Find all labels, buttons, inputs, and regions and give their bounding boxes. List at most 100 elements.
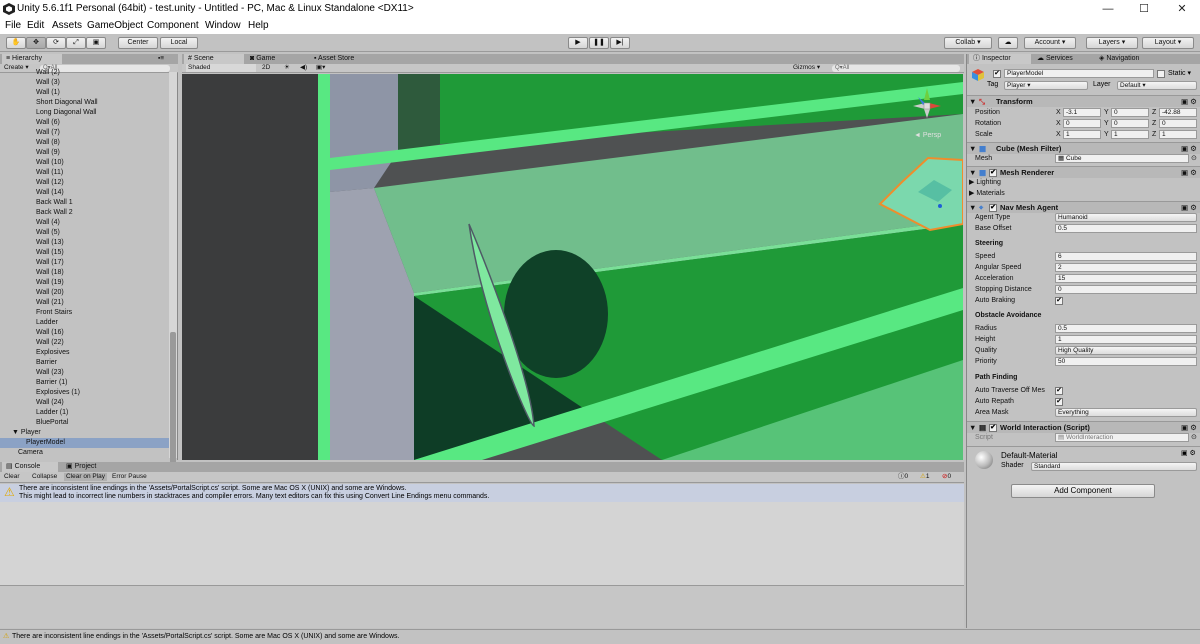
menu-gameobject[interactable]: GameObject [87, 20, 143, 31]
hierarchy-item[interactable]: Explosives [0, 348, 169, 358]
gizmos-dropdown[interactable]: Gizmos ▾ [793, 64, 820, 72]
rect-tool-button[interactable]: ▣ [86, 37, 106, 49]
scale-tool-button[interactable]: ⤢ [66, 37, 86, 49]
persp-label[interactable]: ◄ Persp [914, 132, 941, 139]
tab-hierarchy[interactable]: ≡ Hierarchy [2, 54, 62, 64]
mode-2d-toggle[interactable]: 2D [262, 64, 270, 72]
area-mask-dropdown[interactable]: Everything [1055, 408, 1197, 417]
pivot-center-button[interactable]: Center [118, 37, 158, 49]
tab-inspector[interactable]: ⓘ Inspector [969, 54, 1031, 64]
step-button[interactable]: ▶| [610, 37, 630, 49]
warning-count[interactable]: ⚠1 [920, 473, 929, 481]
position-y-field[interactable]: 0 [1111, 108, 1149, 117]
scale-x-field[interactable]: 1 [1063, 130, 1101, 139]
height-field[interactable]: 1 [1055, 335, 1197, 344]
maximize-button[interactable]: ☐ [1126, 0, 1162, 18]
mesh-field[interactable]: ▦ Cube [1055, 154, 1189, 163]
position-z-field[interactable]: -42.88 [1159, 108, 1197, 117]
lighting-foldout[interactable]: ▶ Lighting [967, 177, 1200, 188]
menu-edit[interactable]: Edit [27, 20, 44, 31]
hierarchy-item[interactable]: Wall (2) [0, 68, 169, 78]
static-checkbox[interactable] [1157, 70, 1165, 78]
audio-toggle-icon[interactable]: ◀) [300, 64, 307, 72]
position-x-field[interactable]: -3.1 [1063, 108, 1101, 117]
tab-game[interactable]: ◙ Game [246, 54, 306, 64]
agent-type-dropdown[interactable]: Humanoid [1055, 213, 1197, 222]
acceleration-field[interactable]: 15 [1055, 274, 1197, 283]
pause-button[interactable]: ❚❚ [589, 37, 609, 49]
active-checkbox[interactable]: ✔ [993, 70, 1001, 78]
hierarchy-item[interactable]: Short Diagonal Wall [0, 98, 169, 108]
account-dropdown[interactable]: Account ▾ [1024, 37, 1076, 49]
cloud-button[interactable]: ☁ [998, 37, 1018, 49]
hierarchy-item[interactable]: Wall (3) [0, 78, 169, 88]
hierarchy-item[interactable]: Wall (7) [0, 128, 169, 138]
hierarchy-item[interactable]: Back Wall 2 [0, 208, 169, 218]
hierarchy-item[interactable]: Ladder [0, 318, 169, 328]
hierarchy-item[interactable]: Wall (4) [0, 218, 169, 228]
auto-repath-checkbox[interactable]: ✔ [1055, 398, 1063, 406]
angular-speed-field[interactable]: 2 [1055, 263, 1197, 272]
tab-project[interactable]: ▣ Project [62, 462, 118, 472]
hierarchy-item[interactable]: Front Stairs [0, 308, 169, 318]
console-clear-button[interactable]: Clear [4, 473, 20, 481]
shader-dropdown[interactable]: Standard [1031, 462, 1197, 471]
tab-navigation[interactable]: ◈ Navigation [1095, 54, 1165, 64]
hierarchy-item-player[interactable]: ▼ Player [0, 428, 169, 438]
material-settings-icon[interactable]: ▣ ⚙ [1181, 449, 1196, 457]
menu-window[interactable]: Window [205, 20, 241, 31]
auto-traverse-checkbox[interactable]: ✔ [1055, 387, 1063, 395]
hierarchy-item[interactable]: Wall (8) [0, 138, 169, 148]
nav-mesh-agent-enabled-checkbox[interactable]: ✔ [989, 204, 997, 212]
rotation-y-field[interactable]: 0 [1111, 119, 1149, 128]
hierarchy-item[interactable]: Wall (10) [0, 158, 169, 168]
hierarchy-item-playermodel[interactable]: PlayerModel [0, 438, 169, 448]
layers-dropdown[interactable]: Layers ▾ [1086, 37, 1138, 49]
tab-asset-store[interactable]: ▪ Asset Store [310, 54, 380, 64]
play-button[interactable]: ▶ [568, 37, 588, 49]
priority-field[interactable]: 50 [1055, 357, 1197, 366]
add-component-button[interactable]: Add Component [1011, 484, 1155, 498]
hierarchy-item[interactable]: Explosives (1) [0, 388, 169, 398]
hierarchy-item[interactable]: Long Diagonal Wall [0, 108, 169, 118]
hierarchy-item[interactable]: Barrier (1) [0, 378, 169, 388]
menu-file[interactable]: File [5, 20, 21, 31]
shading-mode-dropdown[interactable]: Shaded [186, 64, 256, 72]
mesh-renderer-enabled-checkbox[interactable]: ✔ [989, 169, 997, 177]
speed-field[interactable]: 6 [1055, 252, 1197, 261]
hierarchy-item[interactable]: Wall (17) [0, 258, 169, 268]
console-detail-area[interactable] [0, 585, 964, 628]
stopping-distance-field[interactable]: 0 [1055, 285, 1197, 294]
hierarchy-item[interactable]: Wall (1) [0, 88, 169, 98]
tag-dropdown[interactable]: Player ▾ [1004, 81, 1088, 90]
radius-field[interactable]: 0.5 [1055, 324, 1197, 333]
collab-button[interactable]: Collab ▾ [944, 37, 992, 49]
hierarchy-item[interactable]: Ladder (1) [0, 408, 169, 418]
menu-assets[interactable]: Assets [52, 20, 82, 31]
hierarchy-item[interactable]: Wall (5) [0, 228, 169, 238]
world-interaction-enabled-checkbox[interactable]: ✔ [989, 424, 997, 432]
console-collapse-button[interactable]: Collapse [32, 473, 57, 481]
rotation-z-field[interactable]: 0 [1159, 119, 1197, 128]
scene-viewport[interactable]: ◄ Persp [182, 74, 963, 460]
hierarchy-item[interactable]: Wall (16) [0, 328, 169, 338]
effects-dropdown-icon[interactable]: ▣▾ [316, 64, 325, 72]
tab-services[interactable]: ☁ Services [1033, 54, 1093, 64]
hierarchy-item[interactable]: Back Wall 1 [0, 198, 169, 208]
hierarchy-item[interactable]: Wall (22) [0, 338, 169, 348]
hierarchy-item[interactable]: Wall (19) [0, 278, 169, 288]
transform-header[interactable]: ▼ ⤡ Transform ▣ ⚙ [967, 95, 1200, 107]
hierarchy-item[interactable]: Barrier [0, 358, 169, 368]
hierarchy-item[interactable]: Wall (9) [0, 148, 169, 158]
quality-dropdown[interactable]: High Quality [1055, 346, 1197, 355]
hierarchy-item[interactable]: Wall (18) [0, 268, 169, 278]
pivot-local-button[interactable]: Local [160, 37, 198, 49]
console-log-entry[interactable]: ⚠ There are inconsistent line endings in… [0, 484, 964, 502]
layer-dropdown[interactable]: Default ▾ [1117, 81, 1197, 90]
layout-dropdown[interactable]: Layout ▾ [1142, 37, 1194, 49]
move-tool-button[interactable]: ✥ [26, 37, 46, 49]
status-bar[interactable]: ⚠ There are inconsistent line endings in… [0, 629, 1200, 643]
object-name-field[interactable]: PlayerModel [1004, 69, 1154, 78]
console-error-pause-button[interactable]: Error Pause [112, 473, 147, 481]
hierarchy-item[interactable]: Wall (15) [0, 248, 169, 258]
